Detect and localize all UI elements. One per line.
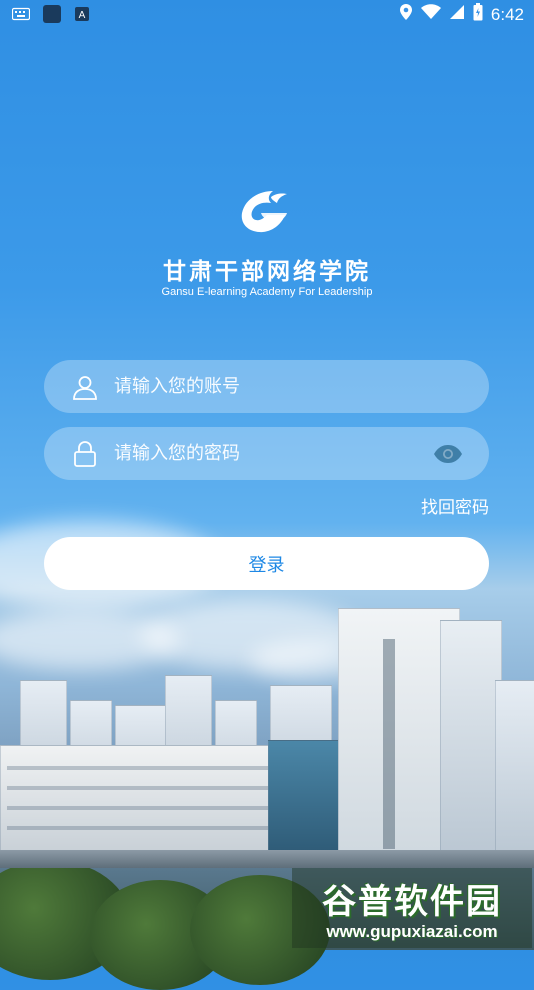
svg-text:A: A xyxy=(79,10,86,21)
text-a-icon: A xyxy=(74,6,90,27)
site-watermark: 谷普软件园 www.gupuxiazai.com xyxy=(292,868,532,948)
app-subtitle: Gansu E-learning Academy For Leadership xyxy=(161,286,373,298)
battery-icon xyxy=(473,3,483,26)
login-button[interactable]: 登录 xyxy=(44,537,489,590)
account-field[interactable] xyxy=(44,360,489,413)
app-title: 甘肃干部网络学院 xyxy=(163,259,371,285)
eye-icon[interactable] xyxy=(431,437,465,471)
wifi-icon xyxy=(420,4,441,25)
watermark-url: www.gupuxiazai.com xyxy=(326,922,498,941)
status-right: 6:42 xyxy=(399,3,524,26)
lock-icon xyxy=(70,439,100,469)
academy-logo xyxy=(237,185,293,241)
app-square-icon xyxy=(42,4,62,29)
signal-icon xyxy=(449,4,465,25)
location-icon xyxy=(399,3,413,26)
user-icon xyxy=(70,372,100,402)
password-input[interactable] xyxy=(112,442,431,465)
account-input[interactable] xyxy=(112,375,489,398)
status-bar: A 6:42 xyxy=(0,0,534,28)
password-field[interactable] xyxy=(44,427,489,480)
forgot-password-link[interactable]: 找回密码 xyxy=(421,493,489,518)
watermark-title: 谷普软件园 xyxy=(322,882,502,922)
keyboard-icon xyxy=(11,7,31,26)
status-left: A xyxy=(11,4,90,29)
status-time: 6:42 xyxy=(490,4,524,24)
